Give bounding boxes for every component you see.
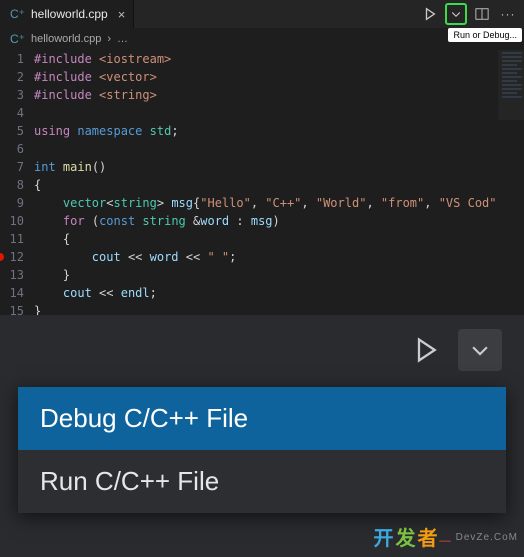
line-number: 4 bbox=[0, 104, 24, 122]
breadcrumb-more: … bbox=[117, 33, 128, 45]
code-line[interactable]: cout << word << " "; bbox=[34, 248, 524, 266]
code-line[interactable]: int main() bbox=[34, 158, 524, 176]
run-debug-tooltip: Run or Debug... bbox=[448, 28, 522, 42]
code-line[interactable]: for (const string &word : msg) bbox=[34, 212, 524, 230]
line-number: 11 bbox=[0, 230, 24, 248]
code-line[interactable]: #include <vector> bbox=[34, 68, 524, 86]
menu-item[interactable]: Debug C/C++ File bbox=[18, 387, 506, 450]
line-number: 6 bbox=[0, 140, 24, 158]
line-number: 8 bbox=[0, 176, 24, 194]
run-debug-chevron[interactable] bbox=[446, 4, 466, 24]
code-line[interactable]: } bbox=[34, 302, 524, 315]
code-line[interactable]: cout << endl; bbox=[34, 284, 524, 302]
breadcrumb[interactable]: C⁺ helloworld.cpp › … bbox=[0, 28, 524, 50]
dropdown-controls bbox=[0, 315, 524, 385]
breadcrumb-filename: helloworld.cpp bbox=[31, 33, 101, 45]
chevron-right-icon: › bbox=[107, 33, 111, 45]
code-line[interactable]: { bbox=[34, 176, 524, 194]
close-icon[interactable]: × bbox=[118, 8, 126, 21]
line-number: 2 bbox=[0, 68, 24, 86]
line-gutter: 123456789101112131415 bbox=[0, 50, 34, 315]
more-icon[interactable]: ··· bbox=[498, 4, 518, 24]
chevron-down-button-large[interactable] bbox=[458, 329, 502, 371]
cpp-file-icon: C⁺ bbox=[10, 32, 25, 46]
line-number: 9 bbox=[0, 194, 24, 212]
tab-helloworld[interactable]: C⁺ helloworld.cpp × bbox=[0, 0, 134, 28]
code-line[interactable] bbox=[34, 104, 524, 122]
editor-pane: C⁺ helloworld.cpp × ··· Run or Debug... … bbox=[0, 0, 524, 315]
line-number: 14 bbox=[0, 284, 24, 302]
cpp-file-icon: C⁺ bbox=[10, 8, 25, 20]
run-button[interactable] bbox=[420, 4, 440, 24]
menu-item[interactable]: Run C/C++ File bbox=[18, 450, 506, 513]
line-number: 1 bbox=[0, 50, 24, 68]
split-editor-icon[interactable] bbox=[472, 4, 492, 24]
line-number: 13 bbox=[0, 266, 24, 284]
line-number: 3 bbox=[0, 86, 24, 104]
code-line[interactable] bbox=[34, 140, 524, 158]
editor[interactable]: 123456789101112131415 #include <iostream… bbox=[0, 50, 524, 315]
tab-bar: C⁺ helloworld.cpp × ··· Run or Debug... bbox=[0, 0, 524, 28]
watermark: 开 发 者 _ DevZe.CoM bbox=[374, 522, 518, 551]
code-line[interactable]: { bbox=[34, 230, 524, 248]
tab-filename: helloworld.cpp bbox=[31, 7, 108, 21]
line-number: 5 bbox=[0, 122, 24, 140]
line-number: 10 bbox=[0, 212, 24, 230]
code-area[interactable]: #include <iostream>#include <vector>#inc… bbox=[34, 50, 524, 315]
code-line[interactable]: } bbox=[34, 266, 524, 284]
play-button-large[interactable] bbox=[404, 329, 448, 371]
run-debug-menu: Debug C/C++ FileRun C/C++ File bbox=[18, 387, 506, 513]
minimap[interactable] bbox=[498, 50, 524, 120]
code-line[interactable]: #include <iostream> bbox=[34, 50, 524, 68]
code-line[interactable]: vector<string> msg{"Hello", "C++", "Worl… bbox=[34, 194, 524, 212]
run-controls: ··· Run or Debug... bbox=[420, 4, 524, 24]
code-line[interactable]: #include <string> bbox=[34, 86, 524, 104]
line-number: 7 bbox=[0, 158, 24, 176]
code-line[interactable]: using namespace std; bbox=[34, 122, 524, 140]
dropdown-panel: Debug C/C++ FileRun C/C++ File 开 发 者 _ D… bbox=[0, 315, 524, 557]
